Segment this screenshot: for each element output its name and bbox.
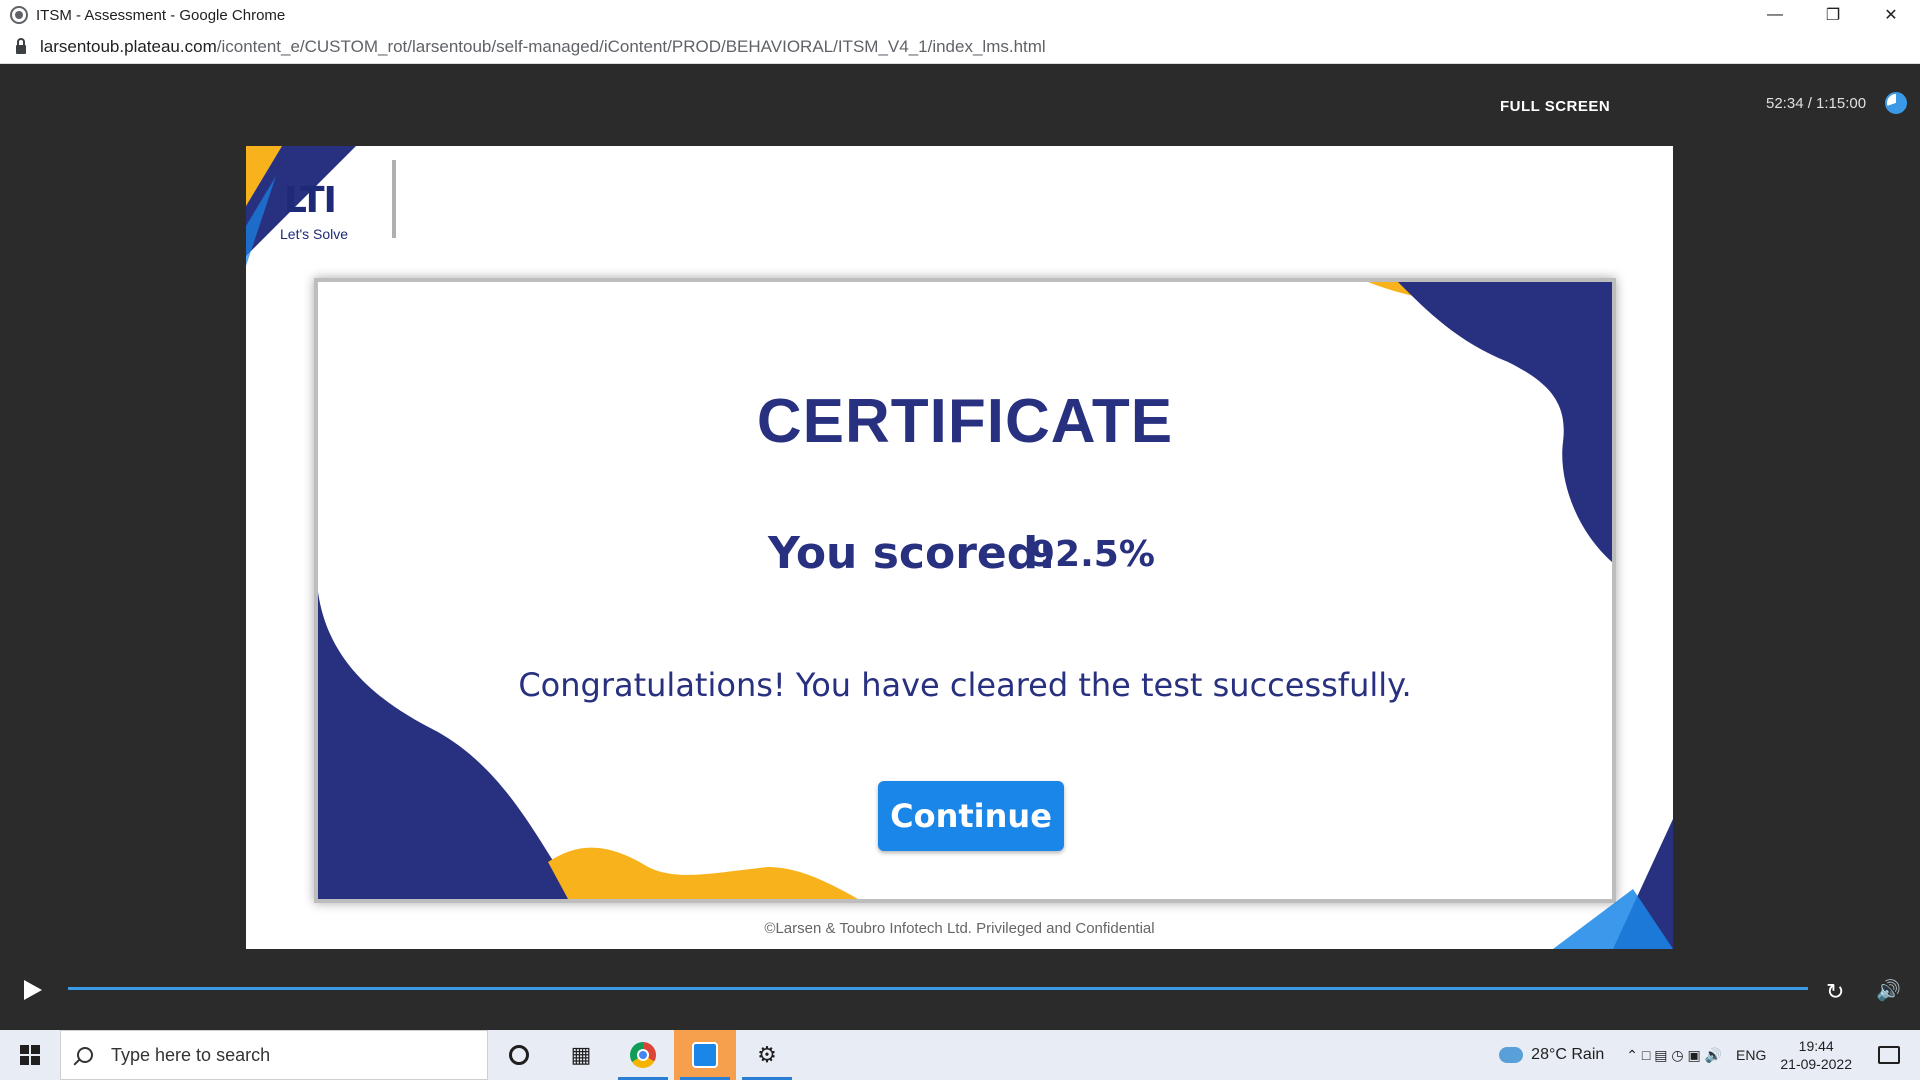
cortana-button[interactable]: [488, 1030, 550, 1080]
score-label: You scored:: [768, 528, 1056, 579]
search-placeholder: Type here to search: [111, 1044, 271, 1065]
congratulations-message: Congratulations! You have cleared the te…: [518, 666, 1412, 704]
url-domain: larsentoub.plateau.com: [40, 36, 217, 56]
taskbar-app[interactable]: [674, 1030, 736, 1080]
chrome-window-icon: [10, 6, 28, 24]
language-indicator[interactable]: ENG: [1736, 1047, 1766, 1063]
system-tray: 28°C Rain ⌃ □ ▤ ◷ ▣ 🔊 ENG 19:44 21-09-20…: [1499, 1030, 1920, 1080]
fullscreen-button[interactable]: FULL SCREEN: [1500, 98, 1610, 115]
address-bar[interactable]: larsentoub.plateau.com/icontent_e/CUSTOM…: [0, 30, 1920, 64]
logo-divider: [392, 160, 396, 238]
url-path: /icontent_e/CUSTOM_rot/larsentoub/self-m…: [216, 36, 1046, 56]
task-view-button[interactable]: ▦: [550, 1030, 612, 1080]
slide-canvas: LTI Let's Solve CERTIFICATE You scored: …: [246, 146, 1673, 949]
app-icon: [692, 1042, 718, 1068]
browser-titlebar: ITSM - Assessment - Google Chrome — ❐ ✕: [0, 0, 1920, 30]
replay-icon[interactable]: ↻: [1826, 979, 1844, 1005]
certificate-title: CERTIFICATE: [756, 387, 1174, 456]
score-value: 92.5%: [1030, 534, 1155, 575]
notification-icon[interactable]: [1878, 1046, 1900, 1064]
search-icon: [77, 1047, 93, 1063]
volume-icon[interactable]: 🔊: [1876, 978, 1901, 1003]
taskbar-settings[interactable]: ⚙: [736, 1030, 798, 1080]
clock-time: 19:44: [1798, 1038, 1834, 1054]
continue-button[interactable]: Continue: [878, 781, 1064, 851]
clock-date: 21-09-2022: [1780, 1056, 1852, 1072]
window-title: ITSM - Assessment - Google Chrome: [36, 6, 286, 24]
gear-icon: ⚙: [757, 1042, 777, 1067]
time-display: 52:34 / 1:15:00: [1766, 95, 1867, 112]
weather-widget[interactable]: 28°C Rain: [1499, 1046, 1604, 1064]
windows-logo-icon: [20, 1045, 40, 1065]
rain-cloud-icon: [1499, 1047, 1524, 1063]
copyright-footer: ©Larsen & Toubro Infotech Ltd. Privilege…: [764, 920, 1155, 937]
lti-logo: LTI: [284, 180, 337, 221]
certificate-card: CERTIFICATE You scored: 92.5% Congratula…: [314, 278, 1616, 903]
taskbar-chrome[interactable]: [612, 1030, 674, 1080]
close-icon[interactable]: ✕: [1862, 0, 1920, 30]
weather-text: 28°C Rain: [1531, 1046, 1605, 1063]
lock-icon[interactable]: [16, 37, 26, 54]
cortana-icon: [509, 1045, 529, 1065]
chrome-icon: [630, 1042, 656, 1068]
taskbar-search[interactable]: Type here to search: [60, 1030, 488, 1080]
play-icon[interactable]: [24, 980, 42, 1000]
window-controls: — ❐ ✕: [1746, 0, 1920, 30]
minimize-icon[interactable]: —: [1746, 0, 1804, 30]
timer-pie-icon: [1885, 92, 1907, 114]
progress-bar[interactable]: [68, 987, 1808, 990]
start-button[interactable]: [0, 1030, 60, 1080]
task-view-icon: ▦: [570, 1042, 592, 1067]
clock[interactable]: 19:44 21-09-2022: [1780, 1037, 1852, 1073]
restore-icon[interactable]: ❐: [1804, 0, 1862, 30]
tray-icons[interactable]: ⌃ □ ▤ ◷ ▣ 🔊: [1626, 1047, 1722, 1064]
logo-tagline: Let's Solve: [280, 226, 349, 242]
url-text[interactable]: larsentoub.plateau.com/icontent_e/CUSTOM…: [40, 37, 1046, 57]
windows-taskbar: Type here to search ▦ ⚙ 28°C Rain ⌃ □ ▤ …: [0, 1030, 1920, 1080]
